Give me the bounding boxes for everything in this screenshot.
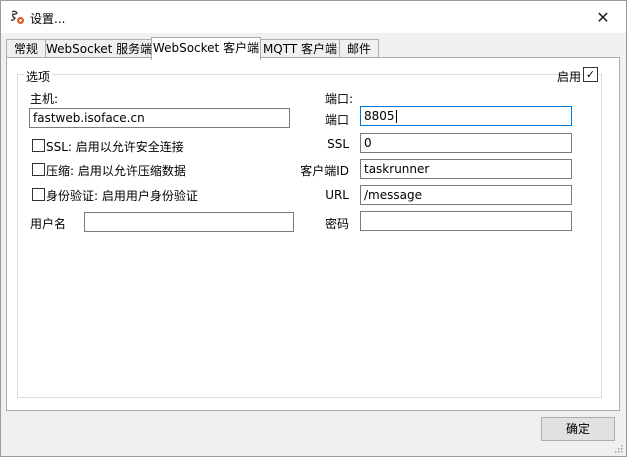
ok-button-label: 确定 (565, 422, 590, 436)
compress-checkbox-label: 压缩: 启用以允许压缩数据 (46, 164, 186, 178)
tab-mqtt-client[interactable]: MQTT 客户端 (259, 39, 341, 58)
tab-mail[interactable]: 邮件 (339, 39, 379, 58)
close-icon: ✕ (596, 7, 610, 27)
port-label: 端口 (324, 113, 349, 127)
text-caret (395, 110, 397, 123)
password-label: 密码 (324, 217, 349, 231)
auth-checkbox[interactable] (32, 188, 45, 201)
username-label: 用户名 (30, 217, 67, 231)
title-bar: 设置... ✕ (1, 1, 626, 33)
options-group-title: 选项 (24, 68, 53, 85)
window-title: 设置... (30, 12, 66, 26)
tab-panel: 选项 启用 ✓ 主机: fastweb.isoface.cn SSL: 启用以允… (6, 57, 620, 411)
auth-checkbox-label: 身份验证: 启用用户身份验证 (46, 189, 198, 203)
compress-checkbox[interactable] (32, 163, 45, 176)
ssl-input[interactable]: 0 (360, 133, 572, 153)
tab-label: MQTT 客户端 (262, 42, 338, 56)
close-button[interactable]: ✕ (580, 1, 626, 33)
enable-checkbox[interactable]: ✓ (583, 67, 598, 82)
tab-websocket-server[interactable]: WebSocket 服务端 (45, 39, 152, 58)
host-label: 主机: (30, 92, 59, 106)
port-input[interactable]: 8805 (360, 106, 572, 126)
client-id-input[interactable]: taskrunner (360, 159, 572, 179)
ssl-checkbox-label: SSL: 启用以允许安全连接 (46, 140, 184, 154)
tab-label: 常规 (13, 42, 38, 56)
app-logo-icon (10, 10, 24, 24)
url-input[interactable]: /message (360, 185, 572, 205)
ssl-label: SSL (327, 137, 349, 151)
tab-label: WebSocket 服务端 (46, 42, 153, 56)
port-value: 8805 (364, 109, 395, 123)
enable-label: 启用 (557, 70, 582, 84)
password-input[interactable] (360, 211, 572, 231)
tab-websocket-client[interactable]: WebSocket 客户端 (151, 37, 261, 60)
check-icon: ✓ (585, 68, 596, 81)
ok-button[interactable]: 确定 (541, 417, 615, 441)
url-label: URL (325, 188, 349, 202)
tab-label: WebSocket 客户端 (152, 41, 260, 55)
ssl-checkbox[interactable] (32, 139, 45, 152)
tab-label: 邮件 (346, 42, 371, 56)
port-header-label: 端口: (325, 92, 354, 106)
username-input[interactable] (84, 212, 294, 232)
tab-general[interactable]: 常规 (6, 39, 46, 58)
host-input[interactable]: fastweb.isoface.cn (29, 108, 290, 128)
resize-grip-icon[interactable] (613, 443, 623, 453)
client-id-label: 客户端ID (300, 164, 349, 178)
settings-window: 设置... ✕ 常规 WebSocket 服务端 WebSocket 客户端 M… (0, 0, 627, 457)
